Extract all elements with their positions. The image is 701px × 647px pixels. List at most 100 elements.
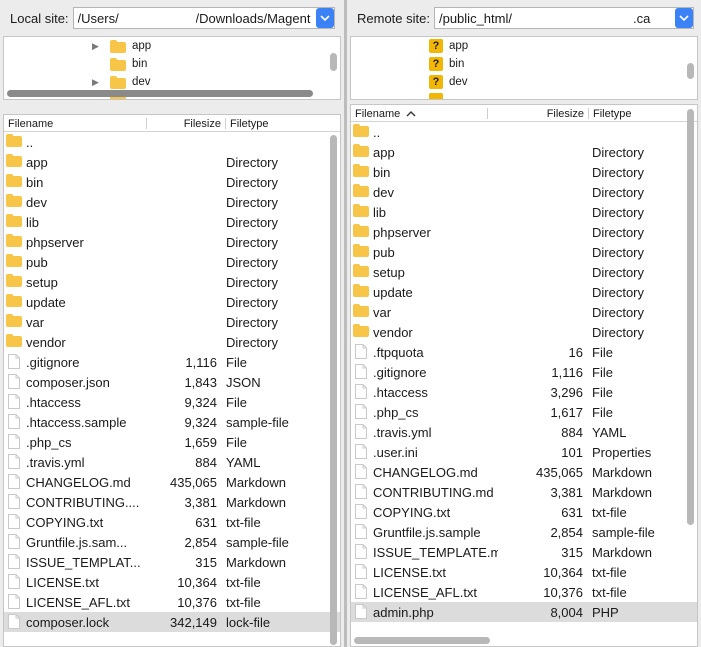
- column-filename[interactable]: Filename: [4, 115, 146, 132]
- column-filename[interactable]: Filename: [351, 105, 487, 122]
- file-row[interactable]: composer.lock 342,149 lock-file: [4, 612, 340, 632]
- file-name: pub: [373, 245, 395, 260]
- file-icon: [355, 424, 367, 442]
- file-row[interactable]: composer.json 1,843 JSON: [4, 372, 340, 392]
- remote-list-horizontal-scrollbar[interactable]: [354, 637, 490, 644]
- column-filetype[interactable]: Filetype: [589, 105, 689, 122]
- tree-item-label: bin: [449, 58, 465, 70]
- file-name: .htaccess: [373, 385, 428, 400]
- local-site-dropdown-button[interactable]: [315, 8, 334, 28]
- file-row[interactable]: LICENSE_AFL.txt 10,376 txt-file: [4, 592, 340, 612]
- file-row[interactable]: dev Directory: [4, 192, 340, 212]
- local-site-combo[interactable]: /Users/ /Downloads/Magent: [72, 7, 335, 29]
- tree-item[interactable]: ? app: [429, 37, 468, 55]
- file-type: txt-file: [226, 595, 261, 610]
- file-row[interactable]: var Directory: [351, 302, 697, 322]
- file-row[interactable]: CHANGELOG.md 435,065 Markdown: [4, 472, 340, 492]
- file-icon: [8, 394, 20, 412]
- remote-site-combo[interactable]: /public_html/ .ca: [433, 7, 694, 29]
- file-row[interactable]: ISSUE_TEMPLAT... 315 Markdown: [4, 552, 340, 572]
- file-icon: [355, 464, 367, 482]
- file-type: Directory: [592, 185, 645, 200]
- file-row[interactable]: .php_cs 1,659 File: [4, 432, 340, 452]
- expand-triangle-icon[interactable]: ▶: [92, 77, 102, 88]
- unknown-folder-icon: ?: [429, 39, 443, 53]
- file-row[interactable]: phpserver Directory: [4, 232, 340, 252]
- file-row[interactable]: CONTRIBUTING.md 3,381 Markdown: [351, 482, 697, 502]
- file-row[interactable]: Gruntfile.js.sam... 2,854 sample-file: [4, 532, 340, 552]
- file-row[interactable]: bin Directory: [4, 172, 340, 192]
- file-type: Directory: [226, 195, 279, 210]
- column-filesize[interactable]: Filesize: [147, 115, 225, 132]
- local-list-vertical-scrollbar[interactable]: [330, 135, 337, 645]
- tree-vertical-scrollbar[interactable]: [330, 53, 337, 71]
- file-row[interactable]: app Directory: [351, 142, 697, 162]
- file-row[interactable]: .htaccess 3,296 File: [351, 382, 697, 402]
- file-row[interactable]: admin.php 8,004 PHP: [351, 602, 697, 622]
- file-row[interactable]: vendor Directory: [351, 322, 697, 342]
- file-row[interactable]: .gitignore 1,116 File: [351, 362, 697, 382]
- file-row[interactable]: .php_cs 1,617 File: [351, 402, 697, 422]
- file-row[interactable]: .gitignore 1,116 File: [4, 352, 340, 372]
- file-row[interactable]: .user.ini 101 Properties: [351, 442, 697, 462]
- file-row[interactable]: var Directory: [4, 312, 340, 332]
- remote-site-dropdown-button[interactable]: [674, 8, 693, 28]
- file-size: 1,116: [185, 355, 217, 370]
- folder-icon: [353, 224, 369, 240]
- remote-list-vertical-scrollbar[interactable]: [687, 109, 694, 525]
- file-row[interactable]: CONTRIBUTING.... 3,381 Markdown: [4, 492, 340, 512]
- file-row[interactable]: dev Directory: [351, 182, 697, 202]
- file-row[interactable]: phpserver Directory: [351, 222, 697, 242]
- file-type: Directory: [592, 205, 645, 220]
- file-row[interactable]: LICENSE.txt 10,364 txt-file: [4, 572, 340, 592]
- local-rows: .. app Directory bin Directory dev Directory li…: [4, 132, 340, 632]
- file-row[interactable]: COPYING.txt 631 txt-file: [4, 512, 340, 532]
- file-row[interactable]: .ftpquota 16 File: [351, 342, 697, 362]
- file-row[interactable]: update Directory: [351, 282, 697, 302]
- file-row[interactable]: setup Directory: [351, 262, 697, 282]
- folder-icon: [353, 284, 369, 300]
- file-row[interactable]: lib Directory: [351, 202, 697, 222]
- tree-item[interactable]: bin: [92, 55, 147, 73]
- file-row[interactable]: LICENSE_AFL.txt 10,376 txt-file: [351, 582, 697, 602]
- tree-item[interactable]: ? dev: [429, 73, 468, 91]
- tree-item[interactable]: ▶ app: [92, 37, 151, 55]
- remote-file-list[interactable]: Filename Filesize Filetype .. app Director…: [350, 104, 698, 647]
- file-type: sample-file: [226, 415, 289, 430]
- file-row[interactable]: ..: [351, 122, 697, 142]
- file-icon: [8, 354, 20, 372]
- file-row[interactable]: update Directory: [4, 292, 340, 312]
- file-icon: [355, 524, 367, 542]
- file-row[interactable]: app Directory: [4, 152, 340, 172]
- file-row[interactable]: COPYING.txt 631 txt-file: [351, 502, 697, 522]
- file-row[interactable]: .travis.yml 884 YAML: [351, 422, 697, 442]
- file-type: Markdown: [592, 545, 652, 560]
- file-row[interactable]: .htaccess.sample 9,324 sample-file: [4, 412, 340, 432]
- tree-horizontal-scrollbar[interactable]: [7, 90, 313, 97]
- file-row[interactable]: setup Directory: [4, 272, 340, 292]
- file-row[interactable]: pub Directory: [4, 252, 340, 272]
- file-row[interactable]: Gruntfile.js.sample 2,854 sample-file: [351, 522, 697, 542]
- file-name: .ftpquota: [373, 345, 424, 360]
- remote-directory-tree[interactable]: ? app ? bin ? dev: [350, 36, 698, 100]
- file-row[interactable]: .travis.yml 884 YAML: [4, 452, 340, 472]
- local-file-list[interactable]: Filename Filesize Filetype .. app Director…: [3, 114, 341, 647]
- file-row[interactable]: CHANGELOG.md 435,065 Markdown: [351, 462, 697, 482]
- column-filetype[interactable]: Filetype: [226, 115, 326, 132]
- file-row[interactable]: LICENSE.txt 10,364 txt-file: [351, 562, 697, 582]
- tree-item[interactable]: ▶ dev: [92, 73, 151, 91]
- file-row[interactable]: .htaccess 9,324 File: [4, 392, 340, 412]
- local-directory-tree[interactable]: ▶ app bin ▶ dev: [3, 36, 341, 100]
- tree-item[interactable]: ? bin: [429, 55, 464, 73]
- file-row[interactable]: ISSUE_TEMPLATE.md 315 Markdown: [351, 542, 697, 562]
- file-icon: [355, 364, 367, 382]
- file-row[interactable]: ..: [4, 132, 340, 152]
- file-row[interactable]: bin Directory: [351, 162, 697, 182]
- file-row[interactable]: pub Directory: [351, 242, 697, 262]
- column-filesize[interactable]: Filesize: [488, 105, 588, 122]
- file-row[interactable]: lib Directory: [4, 212, 340, 232]
- expand-triangle-icon[interactable]: ▶: [92, 41, 102, 52]
- file-name: var: [373, 305, 392, 320]
- file-row[interactable]: vendor Directory: [4, 332, 340, 352]
- tree-vertical-scrollbar[interactable]: [687, 63, 694, 79]
